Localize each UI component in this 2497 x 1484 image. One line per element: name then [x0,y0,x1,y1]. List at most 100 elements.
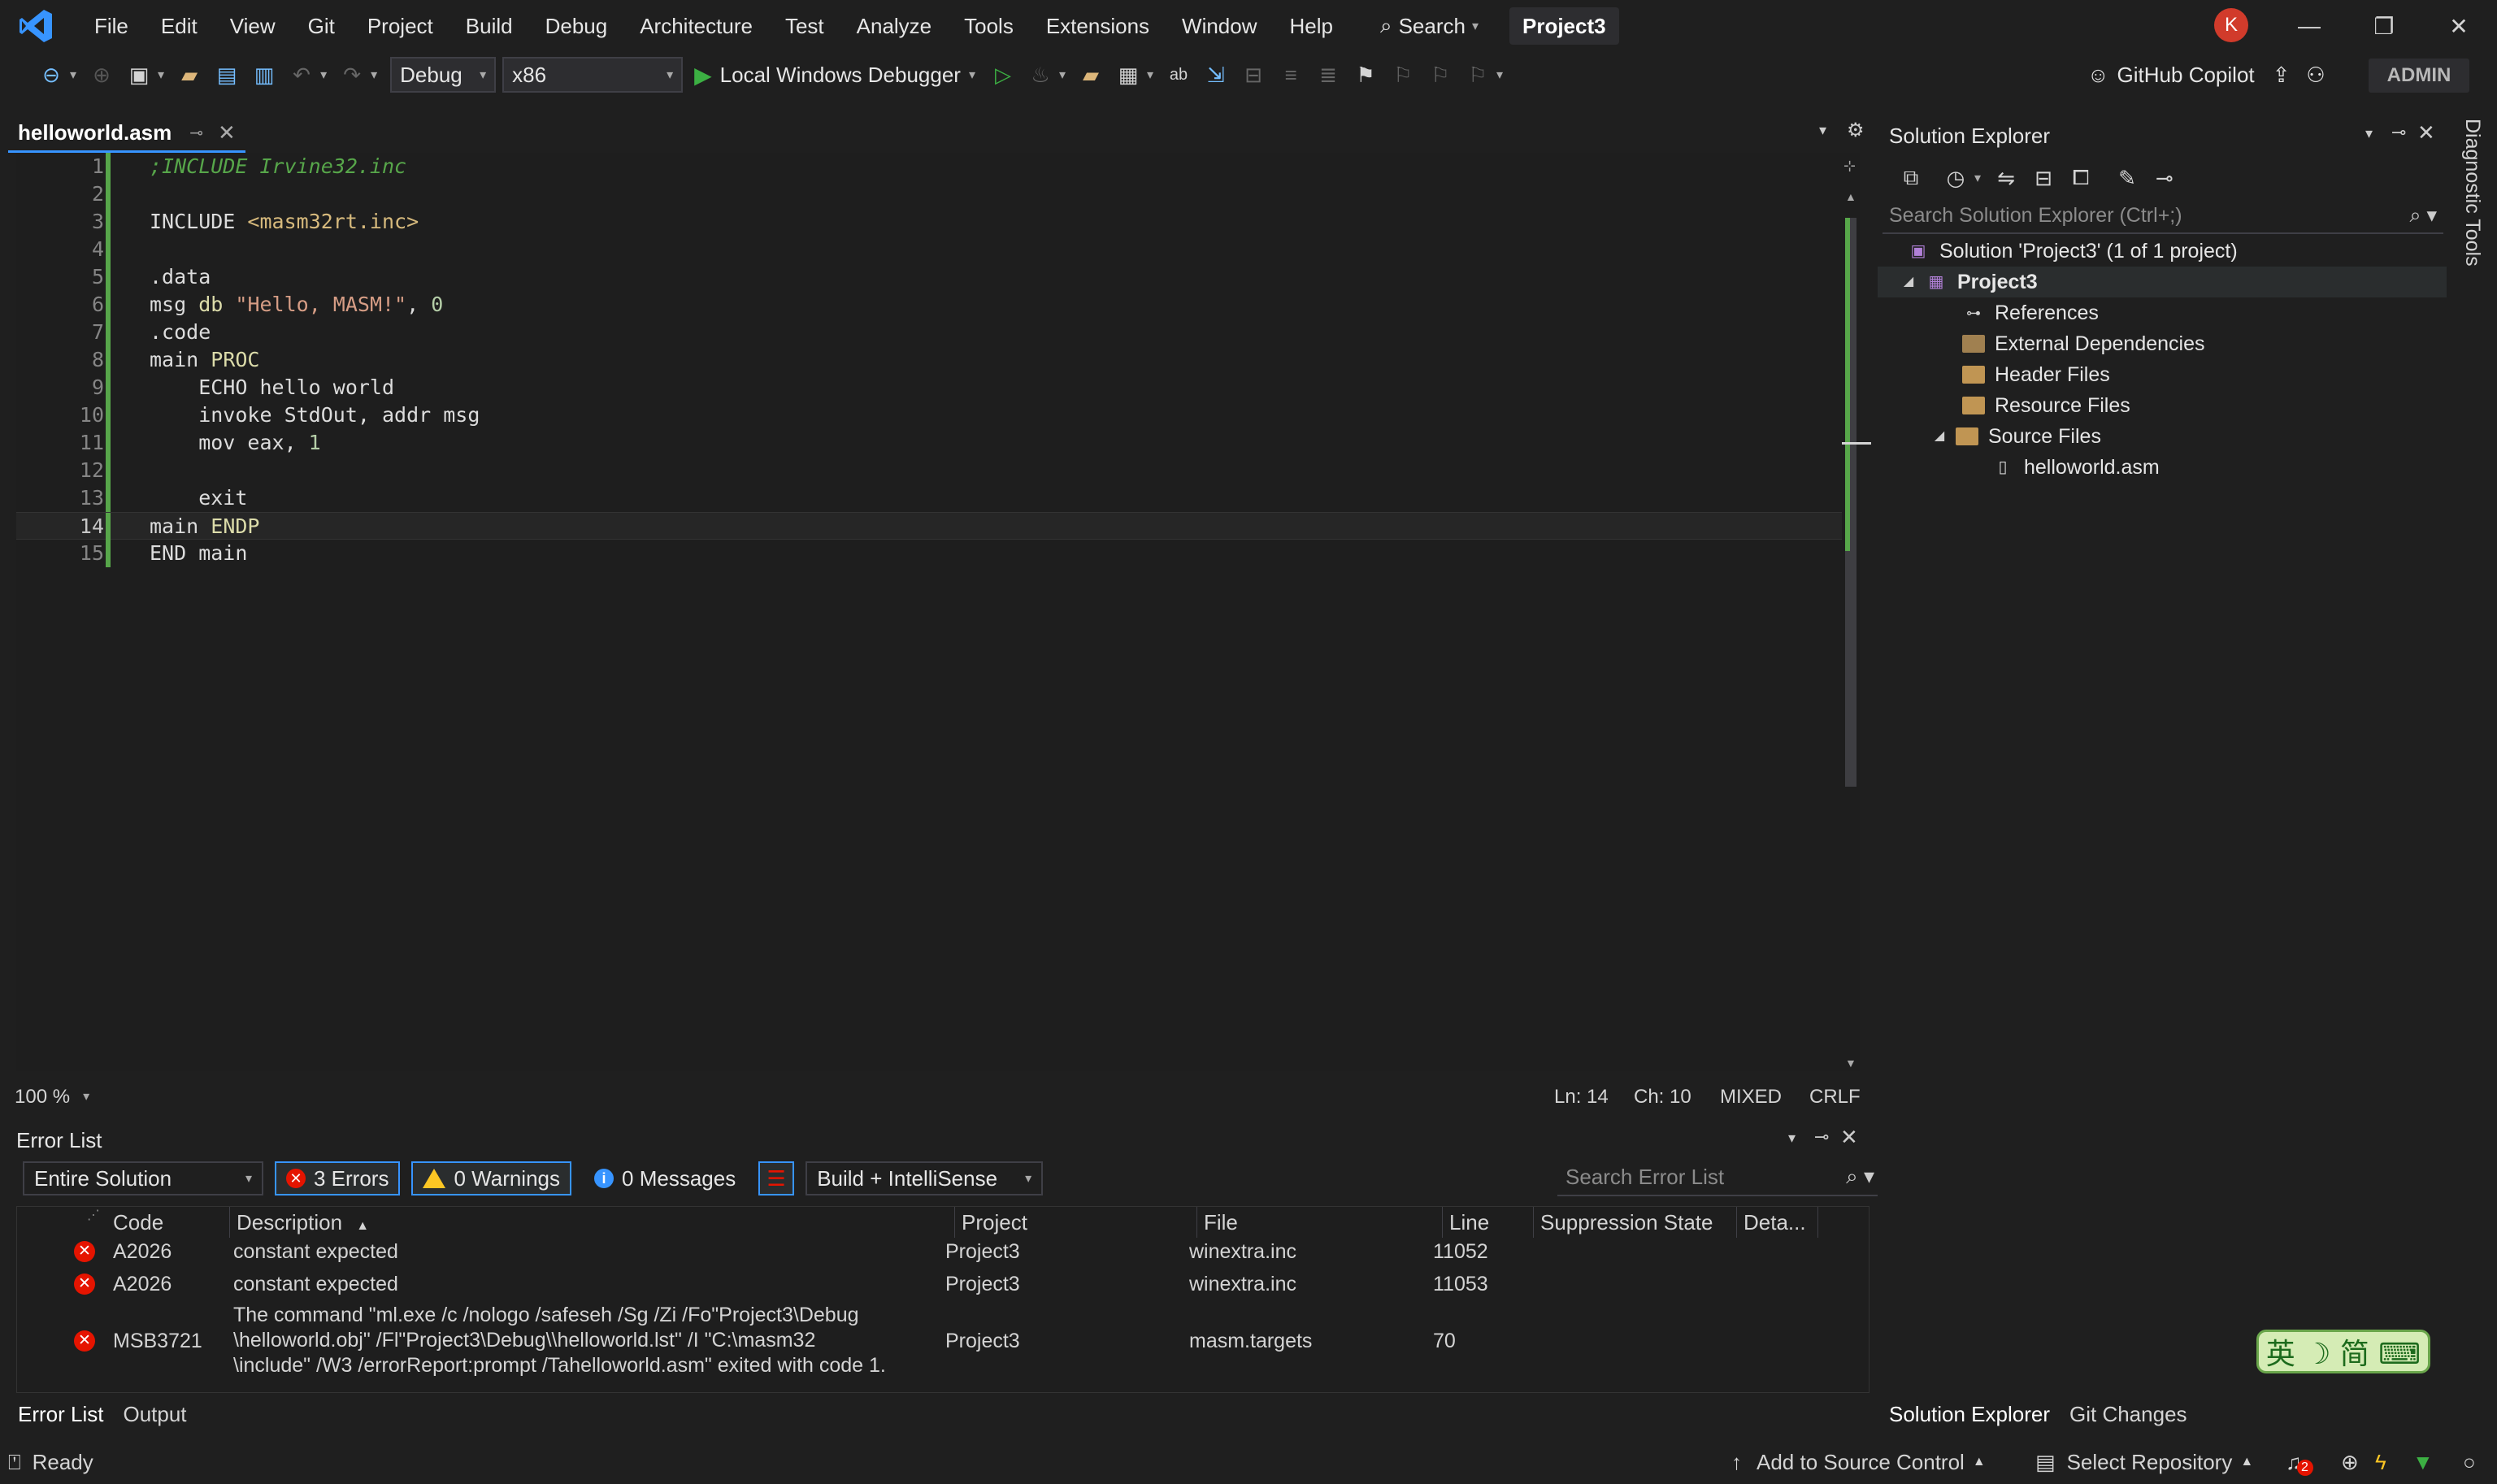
github-copilot-button[interactable]: ☺ GitHub Copilot ⇪ ⚇ [2087,52,2325,98]
tree-item-helloworld-asm[interactable]: ▯ helloworld.asm [1878,452,2159,483]
pin-icon[interactable]: ⊸ [1814,1126,1829,1148]
activity-icon[interactable]: ϟ [2375,1440,2386,1484]
avatar[interactable]: K [2214,8,2248,42]
share-icon[interactable]: ⇪ [2273,63,2291,88]
next-bookmark-icon[interactable]: ⚐ [1424,59,1457,91]
start-debugging-button[interactable]: ▶ Local Windows Debugger ▾ [694,62,975,89]
code-line[interactable]: 8 main PROC [16,346,1847,374]
wrench-icon[interactable]: ✎ [2111,162,2143,194]
menu-item-git[interactable]: Git [292,0,351,52]
column-header-project[interactable]: Project [955,1207,1197,1238]
tree-item-header-files[interactable]: Header Files [1878,359,2110,390]
menu-item-help[interactable]: Help [1274,0,1349,52]
menu-item-edit[interactable]: Edit [145,0,214,52]
column-header-details[interactable]: Deta... [1737,1207,1818,1238]
history-icon[interactable]: ◷ [1939,162,1972,194]
switch-views-icon[interactable]: ⧉ [1895,162,1927,194]
menu-item-file[interactable]: File [78,0,145,52]
visual-studio-logo-icon[interactable] [15,5,57,47]
code-line[interactable]: 6 msg db "Hello, MASM!", 0 [16,291,1847,319]
code-line[interactable]: 2 [16,180,1847,208]
tree-item-resource-files[interactable]: Resource Files [1878,390,2130,421]
solution-search-input[interactable]: Search Solution Explorer (Ctrl+;) ⌕ ▾ [1883,198,2443,234]
feedback-icon[interactable]: ⚇ [2306,63,2325,88]
configuration-select[interactable]: Debug ▾ [390,57,497,93]
tab-helloworld-asm[interactable]: helloworld.asm ⊸ ✕ [8,115,245,153]
forward-icon[interactable]: ⊕ [85,59,118,91]
line-indicator[interactable]: Ln: 14 [1554,1081,1609,1113]
close-icon[interactable]: ✕ [1840,1125,1858,1150]
column-header-code[interactable]: Code [106,1207,230,1238]
chevron-down-icon[interactable]: ▾ [2365,125,2373,142]
hot-reload-icon[interactable]: ♨ [1024,59,1057,91]
menu-item-window[interactable]: Window [1166,0,1273,52]
tab-solution-explorer[interactable]: Solution Explorer [1878,1402,2060,1427]
open-folder-icon[interactable]: ▰ [173,59,206,91]
close-icon[interactable]: ✕ [218,120,236,145]
errors-filter-button[interactable]: ✕ 3 Errors [275,1161,401,1195]
ime-toolbar[interactable]: 英 ☽ 简 ⌨ [2256,1330,2430,1373]
pin-icon[interactable]: ⊸ [189,123,203,143]
close-icon[interactable]: ✕ [2417,120,2435,145]
error-search-input[interactable]: Search Error List ⌕ ▾ [1557,1159,1883,1196]
pin-icon[interactable]: ⊸ [2391,122,2406,143]
diagnostic-tools-side-tab[interactable]: Diagnostic Tools [2456,115,2489,294]
code-line[interactable]: 4 [16,236,1847,263]
code-line[interactable]: 3 INCLUDE <masm32rt.inc> [16,208,1847,236]
collapse-all-icon[interactable]: ⊟ [2027,162,2060,194]
tree-item-source-files[interactable]: ◢ Source Files [1878,421,2101,452]
tab-output[interactable]: Output [113,1402,196,1427]
editor-scrollbar[interactable]: ⊹ ▲ ▼ [1842,153,1871,1071]
column-header-line[interactable]: Line [1443,1207,1534,1238]
start-without-debugging-icon[interactable]: ▷ [987,59,1019,91]
project-title[interactable]: Project3 [1509,7,1619,45]
expand-icon[interactable]: ◢ [1930,421,1949,452]
notifications-button[interactable]: ♫ 2 [2286,1440,2313,1484]
tree-item-references[interactable]: ⊶ References [1878,297,2099,328]
column-header-suppression[interactable]: Suppression State [1534,1207,1737,1238]
code-line[interactable]: 5 .data [16,263,1847,291]
undo-icon[interactable]: ↶ [285,59,318,91]
code-line[interactable]: 14 main ENDP [16,512,1847,540]
restore-button[interactable]: ❐ [2347,0,2421,52]
layout-icon[interactable]: ▦ [1112,59,1144,91]
menu-item-test[interactable]: Test [769,0,840,52]
column-header-file[interactable]: File [1197,1207,1443,1238]
format-icon[interactable]: ⊟ [1237,59,1270,91]
scroll-up-icon[interactable]: ▲ [1845,190,1856,203]
code-line[interactable]: 10 invoke StdOut, addr msg [16,401,1847,429]
outdent-icon[interactable]: ≣ [1312,59,1344,91]
step-icon[interactable]: ⇲ [1200,59,1232,91]
sync-icon[interactable]: ⇋ [1990,162,2022,194]
preview-icon[interactable]: ⊸ [2148,162,2181,194]
redo-icon[interactable]: ↷ [336,59,368,91]
menu-item-debug[interactable]: Debug [529,0,624,52]
code-line[interactable]: 13 exit [16,484,1847,512]
menu-item-analyze[interactable]: Analyze [840,0,949,52]
select-repository-button[interactable]: ▤ Select Repository ▲ [2035,1440,2253,1484]
close-window-button[interactable]: ✕ [2422,0,2495,52]
line-ending-indicator[interactable]: CRLF [1809,1081,1861,1113]
save-icon[interactable]: ▤ [211,59,243,91]
filter-toggle-button[interactable]: ☰ [758,1161,795,1195]
platform-select[interactable]: x86 ▾ [502,57,684,93]
menu-item-view[interactable]: View [214,0,292,52]
messages-filter-button[interactable]: i 0 Messages [583,1161,747,1195]
expand-icon[interactable]: ◢ [1899,267,1918,297]
clear-bookmarks-icon[interactable]: ⚐ [1461,59,1494,91]
minimize-button[interactable]: — [2273,0,2346,52]
menu-item-build[interactable]: Build [449,0,529,52]
tab-git-changes[interactable]: Git Changes [2060,1402,2197,1427]
tree-item-solution[interactable]: ▣ Solution 'Project3' (1 of 1 project) [1878,236,2238,267]
spell-check-icon[interactable]: ab [1162,59,1195,91]
solution-folder-icon[interactable]: ▰ [1075,59,1107,91]
tree-item-external-dependencies[interactable]: External Dependencies [1878,328,2205,359]
back-icon[interactable]: ⊖ [35,59,67,91]
menu-item-tools[interactable]: Tools [948,0,1030,52]
scroll-down-icon[interactable]: ▼ [1845,1057,1856,1070]
menu-item-architecture[interactable]: Architecture [623,0,769,52]
code-line[interactable]: 7 .code [16,319,1847,346]
chevron-down-icon[interactable]: ▾ [1819,122,1826,139]
menu-item-extensions[interactable]: Extensions [1030,0,1166,52]
encoding-indicator[interactable]: MIXED [1720,1081,1782,1113]
